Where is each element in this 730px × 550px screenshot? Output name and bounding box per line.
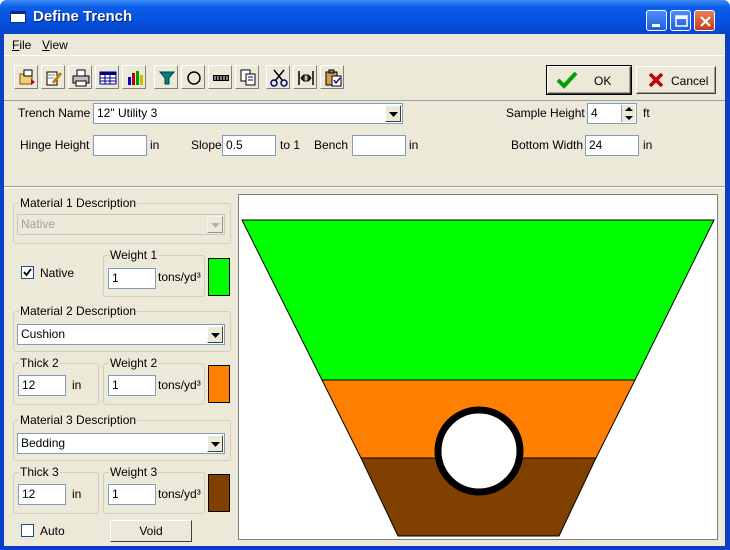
material3-description-label: Material 3 Description: [19, 413, 138, 427]
native-label: Native: [40, 266, 75, 280]
close-button[interactable]: [694, 10, 715, 31]
dialog-client-area: File View OK Cancel Trench Name 12" Util…: [4, 34, 725, 546]
weight1-field[interactable]: 1: [108, 268, 156, 289]
auto-label: Auto: [40, 524, 65, 538]
material3-description-value: Bedding: [21, 436, 66, 450]
bar-chart-icon[interactable]: [122, 65, 146, 89]
cut-icon[interactable]: [266, 65, 290, 89]
circle-icon[interactable]: [181, 65, 205, 89]
table-icon[interactable]: [95, 65, 119, 89]
separator: [4, 186, 725, 188]
cancel-button-label: Cancel: [671, 74, 709, 88]
menu-bar: File View: [4, 34, 725, 54]
thick3-unit: in: [72, 487, 82, 501]
auto-checkbox[interactable]: [21, 524, 34, 537]
menu-file[interactable]: File: [12, 38, 31, 52]
dimension-icon[interactable]: [208, 65, 232, 89]
bench-unit: in: [409, 138, 419, 152]
cancel-x-icon: [648, 72, 664, 88]
checkmark-icon: [23, 268, 32, 277]
checkmark-icon: [556, 71, 578, 89]
thick2-unit: in: [72, 378, 82, 392]
trench-name-label: Trench Name: [18, 106, 91, 120]
window-title: Define Trench: [33, 8, 133, 25]
material2-description-value: Cushion: [21, 327, 66, 341]
chevron-down-icon[interactable]: [385, 105, 401, 122]
thick2-field[interactable]: 12: [18, 375, 66, 396]
edit-icon[interactable]: [41, 65, 65, 89]
window-icon: [10, 11, 26, 23]
thick3-label: Thick 3: [19, 465, 60, 479]
cancel-button[interactable]: Cancel: [636, 66, 716, 94]
slope-unit: to 1: [280, 138, 301, 152]
trench-cross-section: [241, 219, 715, 537]
trench-name-value: 12" Utility 3: [97, 106, 158, 120]
weight3-field[interactable]: 1: [108, 484, 156, 505]
bottom-width-unit: in: [643, 138, 653, 152]
copy-icon[interactable]: [235, 65, 259, 89]
spin-arrows-icon[interactable]: [621, 105, 635, 122]
chevron-down-icon[interactable]: [207, 326, 223, 343]
toolbar: OK Cancel: [4, 55, 725, 101]
material1-layer: [241, 219, 715, 381]
material1-description-combo[interactable]: Native: [17, 214, 225, 235]
fit-icon[interactable]: [293, 65, 317, 89]
trench-name-combo[interactable]: 12" Utility 3: [93, 103, 403, 124]
bench-field[interactable]: [352, 135, 406, 156]
ok-button[interactable]: OK: [546, 65, 632, 95]
material2-color-swatch[interactable]: [208, 365, 230, 403]
void-button[interactable]: Void: [110, 520, 192, 542]
open-icon[interactable]: [14, 65, 38, 89]
menu-view-label: iew: [49, 38, 68, 52]
material1-description-value: Native: [21, 217, 56, 231]
weight2-field[interactable]: 1: [108, 375, 156, 396]
thick2-label: Thick 2: [19, 356, 60, 370]
weight1-label: Weight 1: [109, 248, 159, 262]
hinge-height-unit: in: [150, 138, 160, 152]
chevron-down-icon[interactable]: [207, 216, 223, 233]
material1-description-label: Material 1 Description: [19, 196, 138, 210]
ok-button-label: OK: [594, 74, 612, 88]
weight2-unit: tons/yd³: [158, 378, 201, 392]
define-trench-window: Define Trench File View OK Cancel Trench…: [0, 0, 730, 550]
bottom-width-label: Bottom Width: [511, 138, 584, 152]
native-checkbox[interactable]: [21, 266, 34, 279]
sample-height-unit: ft: [643, 106, 650, 120]
weight1-unit: tons/yd³: [158, 270, 201, 284]
weight3-label: Weight 3: [109, 465, 159, 479]
paste-icon[interactable]: [320, 65, 344, 89]
sample-height-spinner[interactable]: 4: [587, 103, 637, 124]
menu-view[interactable]: View: [42, 38, 68, 52]
pipe-icon[interactable]: [154, 65, 178, 89]
trench-drawing-canvas[interactable]: [238, 194, 718, 540]
hinge-height-field[interactable]: [93, 135, 147, 156]
pipe-circle: [434, 406, 524, 496]
minimize-button[interactable]: [646, 10, 667, 31]
title-bar[interactable]: Define Trench: [0, 0, 730, 34]
sample-height-label: Sample Height: [506, 106, 585, 120]
sample-height-value: 4: [591, 106, 598, 120]
material3-description-combo[interactable]: Bedding: [17, 433, 225, 454]
bench-label: Bench: [314, 138, 349, 152]
maximize-button[interactable]: [670, 10, 691, 31]
material3-color-swatch[interactable]: [208, 474, 230, 512]
material1-color-swatch[interactable]: [208, 258, 230, 296]
thick3-field[interactable]: 12: [18, 484, 66, 505]
menu-view-accel: V: [42, 38, 50, 52]
weight2-label: Weight 2: [109, 356, 159, 370]
print-icon[interactable]: [68, 65, 92, 89]
bottom-width-field[interactable]: 24: [585, 135, 639, 156]
material2-description-combo[interactable]: Cushion: [17, 324, 225, 345]
hinge-height-label: Hinge Height: [20, 138, 90, 152]
menu-file-label: ile: [19, 38, 32, 52]
slope-field[interactable]: 0.5: [222, 135, 276, 156]
slope-label: Slope: [191, 138, 222, 152]
chevron-down-icon[interactable]: [207, 435, 223, 452]
weight3-unit: tons/yd³: [158, 487, 201, 501]
material2-description-label: Material 2 Description: [19, 304, 138, 318]
